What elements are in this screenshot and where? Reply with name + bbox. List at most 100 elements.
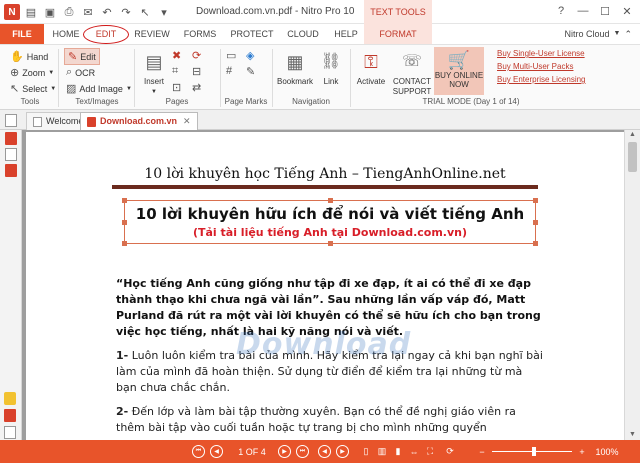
buy-single-user-link[interactable]: Buy Single-User License — [497, 49, 586, 58]
resize-handle[interactable] — [122, 241, 127, 246]
select-arrow-icon: ↖ — [10, 83, 20, 95]
bookmark-button[interactable]: ▦ Bookmark — [276, 49, 314, 87]
buy-enterprise-link[interactable]: Buy Enterprise Licensing — [497, 75, 586, 84]
crop-page-button[interactable]: ⌗ — [172, 65, 178, 78]
email-icon[interactable]: ✉ — [80, 4, 96, 20]
ocr-button[interactable]: ⌕ OCR — [66, 66, 95, 79]
output-icon[interactable] — [4, 409, 16, 422]
resize-handle[interactable] — [328, 241, 333, 246]
insert-page-button[interactable]: ▤ Insert ▼ — [139, 49, 169, 97]
single-page-icon[interactable]: ▯ — [360, 445, 372, 458]
buy-online-button[interactable]: 🛒 BUY ONLINE NOW — [434, 47, 484, 95]
add-image-button[interactable]: ▨ Add Image ▼ — [66, 82, 132, 95]
header-footer-button[interactable]: ▭ — [226, 49, 236, 62]
tab-review[interactable]: REVIEW — [130, 24, 174, 44]
zoom-tool-button[interactable]: ⊕ Zoom ▼ — [10, 66, 54, 79]
zoom-in-icon[interactable]: + — [576, 445, 588, 458]
attachments-panel-icon[interactable] — [5, 164, 17, 177]
extract-page-button[interactable]: ⊡ — [172, 81, 181, 94]
edit-text-button[interactable]: ✎ Edit — [64, 48, 100, 65]
page-icon[interactable] — [5, 114, 17, 127]
resize-handle[interactable] — [328, 198, 333, 203]
zoom-out-icon[interactable]: − — [476, 445, 488, 458]
tab-forms[interactable]: FORMS — [180, 24, 220, 44]
select-label: Select — [22, 83, 48, 94]
fit-width-icon[interactable]: ⇔ — [408, 445, 420, 458]
watermark-button[interactable]: ◈ — [246, 49, 254, 62]
nitro-logo-icon[interactable]: N — [4, 4, 20, 20]
split-icon: ⊟ — [192, 66, 202, 78]
open-folder-icon[interactable]: ▤ — [23, 4, 39, 20]
separator — [220, 49, 221, 107]
title-bar: N ▤ ▣ ⎙ ✉ ↶ ↷ ↖ ▾ Download.com.vn.pdf - … — [0, 0, 640, 24]
tab-cloud[interactable]: CLOUD — [282, 24, 324, 44]
document-title[interactable]: 10 lời khuyên hữu ích để nói và viết tiế… — [125, 205, 535, 223]
tab-file[interactable]: FILE — [0, 24, 44, 44]
back-view-icon[interactable]: ◀ — [318, 445, 331, 458]
facing-pages-icon[interactable]: ▮ — [392, 445, 404, 458]
zoom-level[interactable]: 100% — [592, 445, 622, 458]
redo-icon[interactable]: ↷ — [118, 4, 134, 20]
watermark-icon: ◈ — [246, 50, 255, 62]
print-icon[interactable]: ⎙ — [61, 4, 77, 20]
fields-icon[interactable] — [4, 426, 16, 439]
replace-page-button[interactable]: ⇄ — [192, 81, 201, 94]
next-page-icon[interactable]: ▶ — [278, 445, 291, 458]
maximize-icon[interactable]: ☐ — [596, 3, 614, 19]
help-icon[interactable]: ? — [552, 3, 570, 19]
vertical-scrollbar[interactable]: ▲ ▼ — [624, 130, 640, 440]
scrollbar-thumb[interactable] — [628, 142, 637, 172]
rotate-view-icon[interactable]: ⟳ — [444, 445, 456, 458]
resize-handle[interactable] — [533, 220, 538, 225]
comments-icon[interactable] — [4, 392, 16, 405]
bookmarks-panel-icon[interactable] — [5, 148, 17, 161]
scroll-up-icon[interactable]: ▲ — [625, 130, 640, 140]
close-tab-icon[interactable]: ✕ — [183, 113, 191, 130]
page-labels-button[interactable]: ✎ — [246, 65, 255, 78]
pdf-page[interactable]: 10 lời khuyên học Tiếng Anh – TiengAnhOn… — [26, 132, 624, 440]
pages-panel-icon[interactable] — [5, 132, 17, 145]
buy-multi-user-link[interactable]: Buy Multi-User Packs — [497, 62, 586, 71]
delete-page-button[interactable]: ✖ — [172, 49, 181, 62]
activate-button[interactable]: ⚿ Activate — [354, 49, 388, 87]
user-account[interactable]: Nitro Cloud ▼ ⌃ — [564, 24, 632, 44]
link-button[interactable]: ⛓ Link — [318, 49, 344, 87]
scroll-down-icon[interactable]: ▼ — [625, 430, 640, 440]
bates-button[interactable]: # — [226, 65, 232, 77]
tab-format[interactable]: FORMAT — [364, 24, 432, 44]
tab-help[interactable]: HELP — [330, 24, 362, 44]
customize-qat-icon[interactable]: ▾ — [156, 4, 172, 20]
cursor-icon[interactable]: ↖ — [137, 4, 153, 20]
select-tool-button[interactable]: ↖ Select ▼ — [10, 82, 56, 95]
contact-support-button[interactable]: ☏ CONTACT SUPPORT — [392, 49, 432, 97]
resize-handle[interactable] — [533, 198, 538, 203]
tab-protect[interactable]: PROTECT — [228, 24, 276, 44]
selected-text-box[interactable]: 10 lời khuyên hữu ích để nói và viết tiế… — [122, 198, 538, 246]
prev-page-icon[interactable]: ◀ — [210, 445, 223, 458]
resize-handle[interactable] — [122, 198, 127, 203]
page-indicator[interactable]: 1 OF 4 — [232, 445, 272, 458]
first-page-icon[interactable]: ⏮ — [192, 445, 205, 458]
ribbon-collapse-icon[interactable]: ⌃ — [624, 24, 632, 44]
split-page-button[interactable]: ⊟ — [192, 65, 201, 78]
zoom-slider-knob[interactable] — [532, 447, 536, 456]
close-icon[interactable]: ✕ — [618, 3, 636, 19]
resize-handle[interactable] — [122, 220, 127, 225]
minimize-icon[interactable]: — — [574, 3, 592, 19]
cart-icon: 🛒 — [447, 50, 471, 70]
undo-icon[interactable]: ↶ — [99, 4, 115, 20]
forward-view-icon[interactable]: ▶ — [336, 445, 349, 458]
document-viewport[interactable]: 10 lời khuyên học Tiếng Anh – TiengAnhOn… — [22, 130, 624, 440]
continuous-page-icon[interactable]: ▥ — [376, 445, 388, 458]
tab-edit[interactable]: EDIT — [88, 24, 124, 44]
resize-handle[interactable] — [533, 241, 538, 246]
rotate-page-button[interactable]: ⟳ — [192, 49, 201, 62]
last-page-icon[interactable]: ⏭ — [296, 445, 309, 458]
bookmark-label: Bookmark — [276, 77, 313, 86]
tab-home[interactable]: HOME — [48, 24, 84, 44]
fit-page-icon[interactable]: ⛶ — [424, 445, 436, 458]
hand-tool-button[interactable]: ✋ Hand — [10, 50, 48, 63]
save-icon[interactable]: ▣ — [42, 4, 58, 20]
tab-download-com-vn[interactable]: Download.com.vn ✕ — [80, 112, 198, 130]
document-subtitle[interactable]: (Tải tài liệu tiếng Anh tại Download.com… — [125, 226, 535, 239]
